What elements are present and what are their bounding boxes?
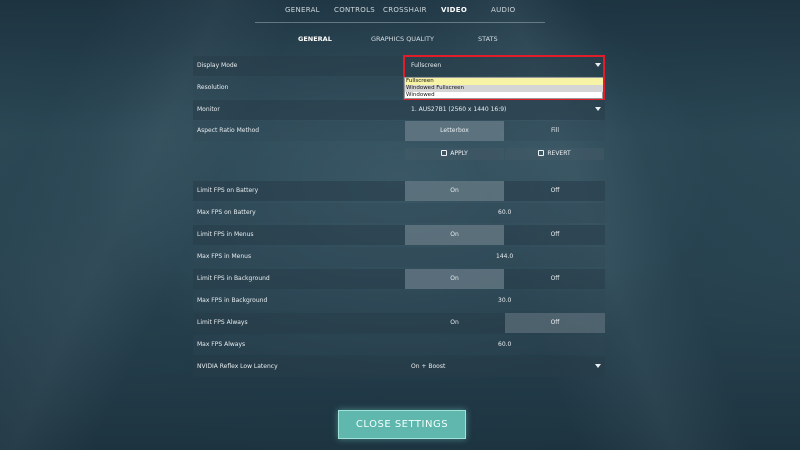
revert-label: REVERT <box>547 150 571 157</box>
tab-video[interactable]: VIDEO <box>441 6 467 14</box>
display-mode-label: Display Mode <box>197 62 238 69</box>
tab-general[interactable]: GENERAL <box>285 6 320 14</box>
tab-controls[interactable]: CONTROLS <box>334 6 375 14</box>
setting-value[interactable]: 144.0 <box>496 253 513 260</box>
setting-label: Limit FPS in Background <box>197 275 270 282</box>
resolution-label: Resolution <box>197 84 229 91</box>
setting-label: Max FPS in Background <box>197 297 268 304</box>
setting-label: Limit FPS on Battery <box>197 187 259 194</box>
setting-label: Max FPS on Battery <box>197 209 256 216</box>
tab-crosshair[interactable]: CROSSHAIR <box>383 6 427 14</box>
aspect-letterbox-option[interactable]: Letterbox <box>405 121 504 141</box>
subtab-stats[interactable]: STATS <box>478 35 498 43</box>
setting-label: Max FPS in Menus <box>197 253 252 260</box>
subtab-graphics-quality[interactable]: GRAPHICS QUALITY <box>371 35 434 43</box>
dropdown-option-fullscreen[interactable]: Fullscreen <box>405 78 603 85</box>
toggle-off[interactable]: Off <box>505 313 605 333</box>
dropdown-option-windowed[interactable]: Windowed <box>405 92 603 99</box>
setting-value[interactable]: 60.0 <box>498 341 511 348</box>
setting-row: Limit FPS in Background On Off <box>193 269 605 289</box>
setting-label: Limit FPS in Menus <box>197 231 254 238</box>
setting-value[interactable]: 60.0 <box>498 209 511 216</box>
toggle-on[interactable]: On <box>405 225 504 245</box>
monitor-label: Monitor <box>197 106 220 113</box>
nvidia-reflex-label: NVIDIA Reflex Low Latency <box>197 363 278 370</box>
setting-label: Limit FPS Always <box>197 319 248 326</box>
chevron-down-icon[interactable] <box>595 107 601 111</box>
setting-row: Max FPS on Battery 60.0 <box>193 203 605 223</box>
tab-divider <box>255 22 545 23</box>
setting-row: Limit FPS in Menus On Off <box>193 225 605 245</box>
setting-row: Max FPS Always 60.0 <box>193 335 605 355</box>
top-tab-bar: GENERAL CONTROLS CROSSHAIR VIDEO AUDIO <box>0 6 800 18</box>
chevron-down-icon[interactable] <box>595 364 601 368</box>
close-settings-button[interactable]: CLOSE SETTINGS <box>338 410 466 439</box>
revert-button[interactable]: REVERT <box>505 148 604 160</box>
apply-label: APPLY <box>450 150 468 157</box>
setting-row: Max FPS in Background 30.0 <box>193 291 605 311</box>
toggle-on[interactable]: On <box>405 181 504 201</box>
apply-button[interactable]: APPLY <box>405 148 504 160</box>
nvidia-reflex-row: NVIDIA Reflex Low Latency On + Boost <box>193 357 605 377</box>
toggle-off[interactable]: Off <box>505 225 605 245</box>
nvidia-reflex-value[interactable]: On + Boost <box>411 363 445 370</box>
aspect-ratio-row: Aspect Ratio Method Letterbox Fill <box>193 121 605 141</box>
toggle-off[interactable]: Off <box>505 269 605 289</box>
aspect-fill-option[interactable]: Fill <box>505 121 605 141</box>
dropdown-option-windowed-fullscreen[interactable]: Windowed Fullscreen <box>405 85 603 92</box>
setting-row: Max FPS in Menus 144.0 <box>193 247 605 267</box>
setting-row: Limit FPS on Battery On Off <box>193 181 605 201</box>
tab-audio[interactable]: AUDIO <box>491 6 515 14</box>
toggle-on[interactable]: On <box>405 313 504 333</box>
setting-row: Limit FPS Always On Off <box>193 313 605 333</box>
display-mode-dropdown-list: Fullscreen Windowed Fullscreen Windowed <box>404 77 603 99</box>
subtab-general[interactable]: GENERAL <box>298 35 332 43</box>
setting-value[interactable]: 30.0 <box>498 297 511 304</box>
toggle-on[interactable]: On <box>405 269 504 289</box>
setting-label: Max FPS Always <box>197 341 246 348</box>
lock-icon <box>538 150 545 156</box>
monitor-value[interactable]: 1. AUS27B1 (2560 x 1440 16:9) <box>411 106 506 113</box>
lock-icon <box>441 150 448 156</box>
toggle-off[interactable]: Off <box>505 181 605 201</box>
monitor-row: Monitor 1. AUS27B1 (2560 x 1440 16:9) <box>193 100 605 120</box>
aspect-ratio-label: Aspect Ratio Method <box>197 127 260 134</box>
